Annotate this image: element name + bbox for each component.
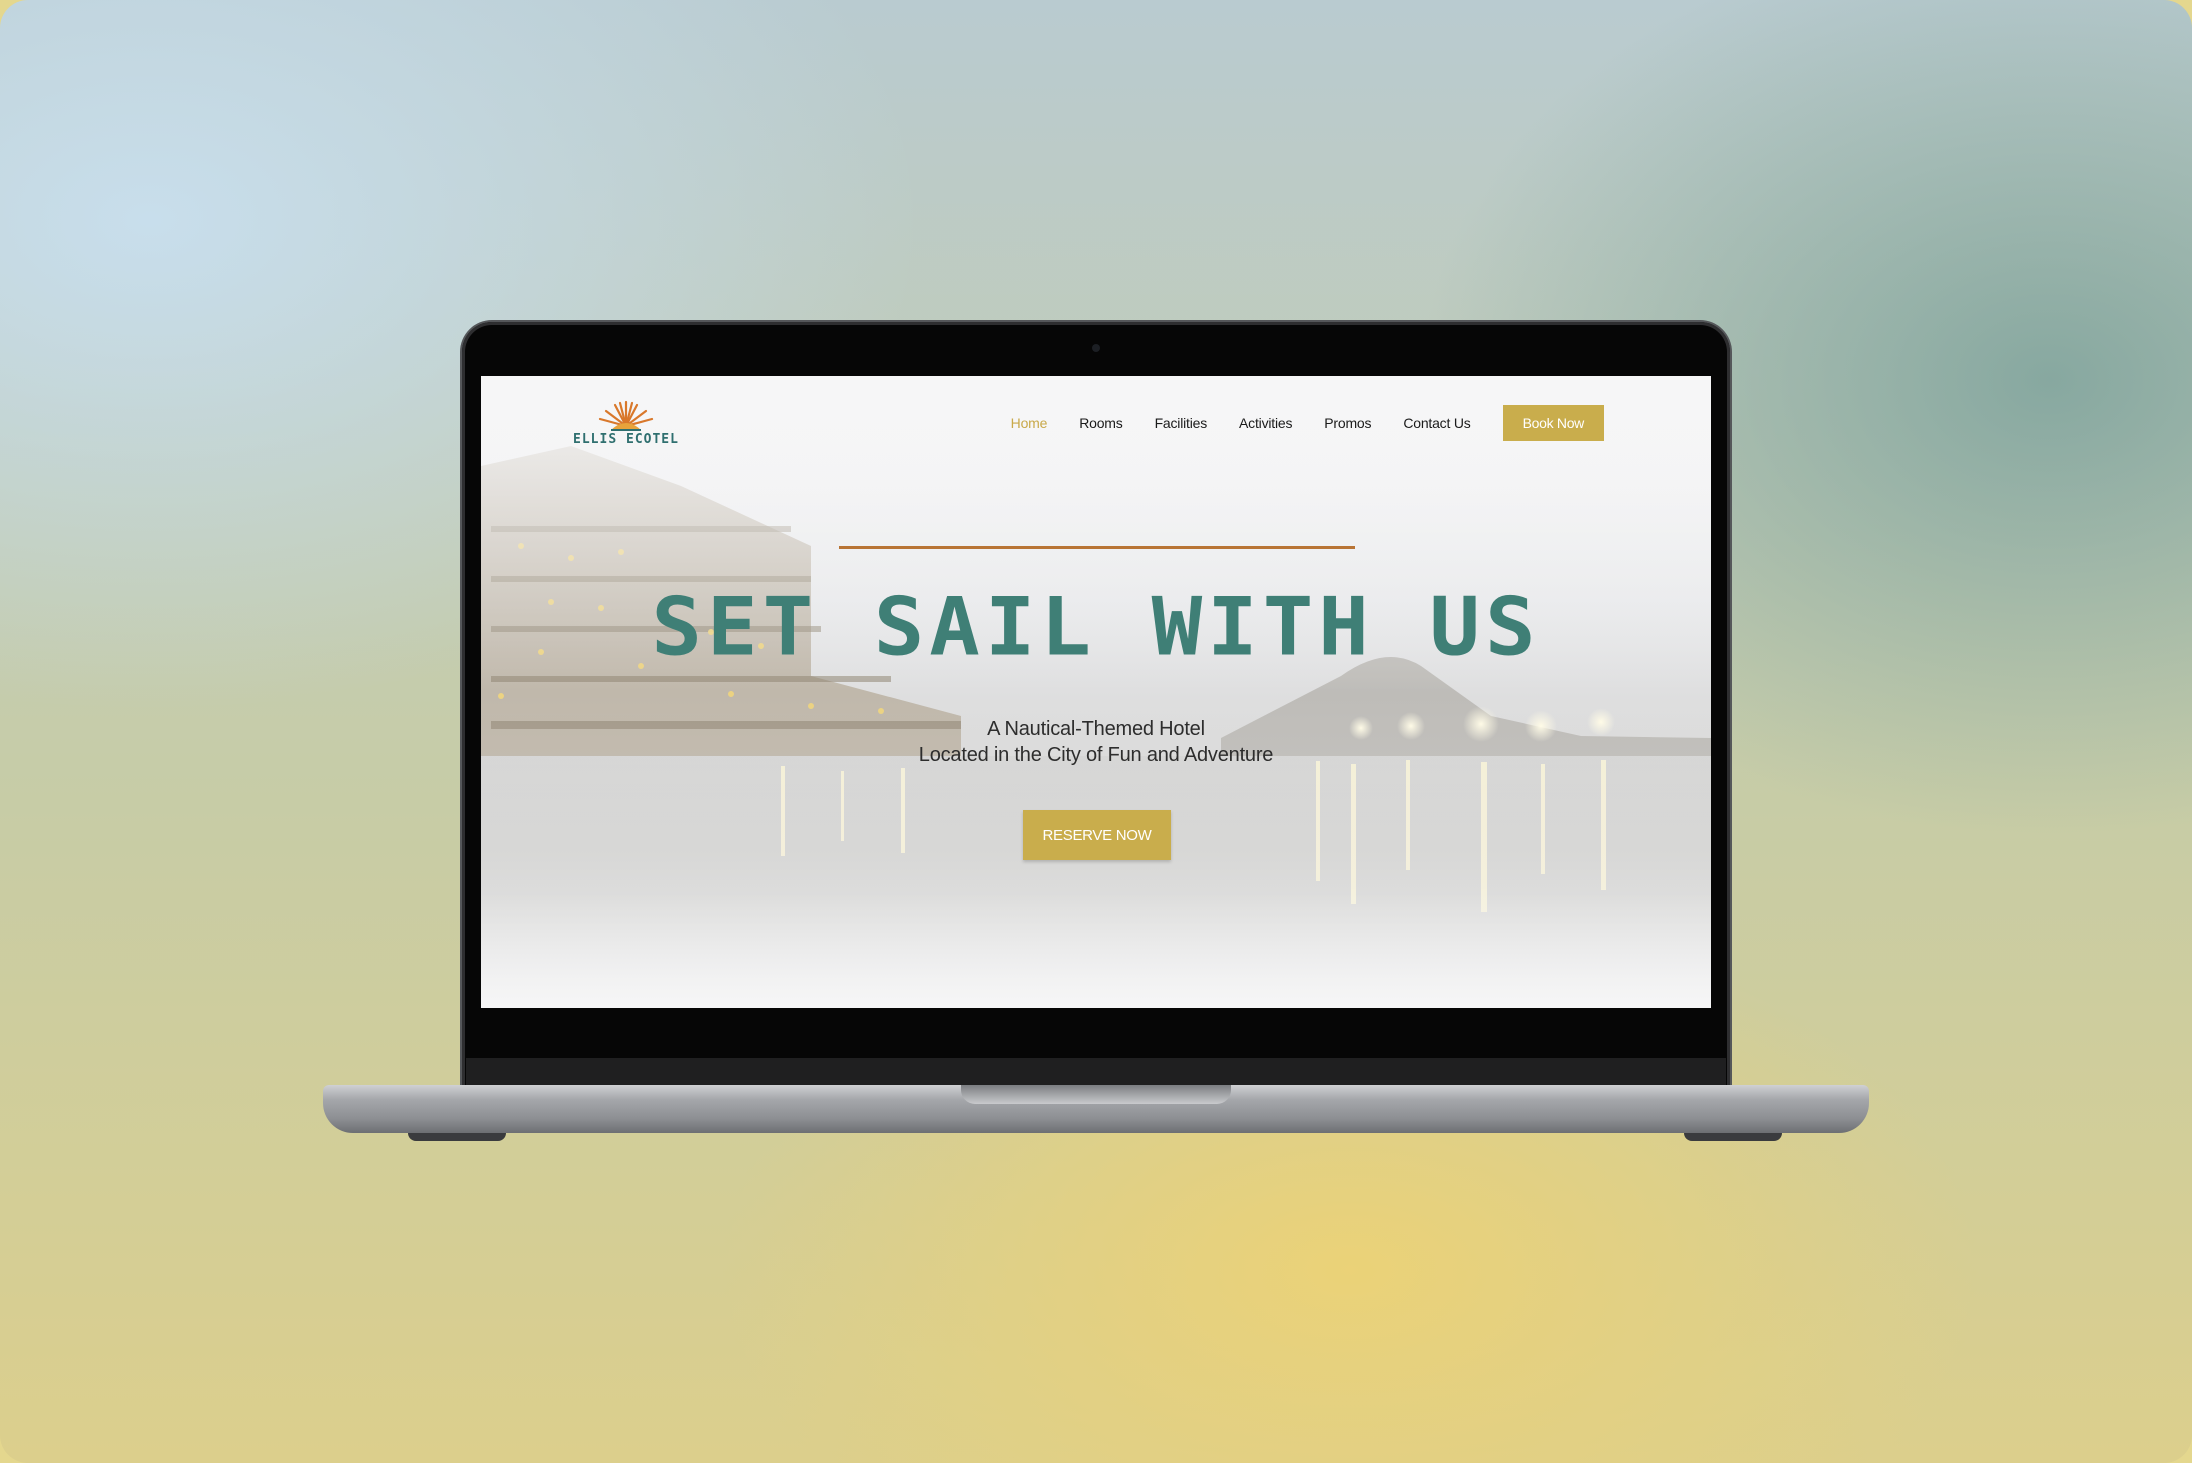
lid-bezel-bottom (466, 1058, 1726, 1088)
sun-rays-logo-icon (598, 400, 654, 431)
reserve-now-button[interactable]: RESERVE NOW (1023, 810, 1171, 860)
hero-headline: SET SAIL WITH US (651, 580, 1541, 674)
nav-item-rooms[interactable]: Rooms (1079, 415, 1123, 431)
hero-subtitle-line-2: Located in the City of Fun and Adventure (918, 744, 1274, 766)
website-screen: ELLIS ECOTEL Home Rooms Facilities Activ… (481, 376, 1711, 1008)
hero-divider-line (839, 546, 1355, 549)
nav-item-contact-us[interactable]: Contact Us (1403, 415, 1470, 431)
nav-menu: Home Rooms Facilities Activities Promos … (979, 405, 1604, 441)
logo-wordmark: ELLIS ECOTEL (573, 432, 679, 447)
hero-background-image (481, 376, 1711, 1008)
laptop-opening-notch (961, 1085, 1231, 1104)
laptop-base (323, 1085, 1869, 1133)
nav-item-activities[interactable]: Activities (1239, 415, 1292, 431)
book-now-button[interactable]: Book Now (1502, 405, 1604, 441)
nav-item-facilities[interactable]: Facilities (1155, 415, 1208, 431)
laptop-foot-left (408, 1133, 506, 1141)
top-navigation: ELLIS ECOTEL Home Rooms Facilities Activ… (481, 376, 1711, 466)
nav-item-home[interactable]: Home (1011, 415, 1048, 431)
laptop-foot-right (1684, 1133, 1782, 1141)
site-logo[interactable]: ELLIS ECOTEL (571, 398, 681, 450)
hero-subtitle-line-1: A Nautical-Themed Hotel (987, 718, 1205, 740)
camera-icon (1092, 344, 1100, 352)
nav-item-promos[interactable]: Promos (1324, 415, 1371, 431)
